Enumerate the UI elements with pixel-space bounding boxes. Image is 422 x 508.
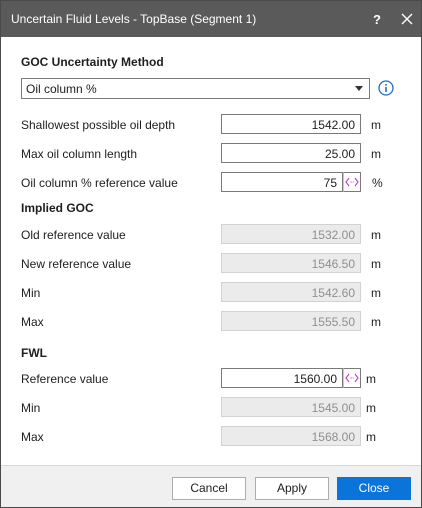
fwl-min-label: Min (21, 401, 41, 415)
goc-method-heading: GOC Uncertainty Method (21, 55, 164, 69)
close-button[interactable]: Close (337, 477, 411, 500)
fwl-max-label: Max (21, 430, 44, 444)
old-reference-label: Old reference value (21, 228, 126, 242)
max-oil-column-unit: m (371, 147, 381, 161)
fwl-max-unit: m (366, 430, 376, 444)
apply-button[interactable]: Apply (255, 477, 329, 500)
goc-max-unit: m (371, 315, 381, 329)
new-reference-label: New reference value (21, 257, 132, 271)
fwl-heading: FWL (21, 346, 47, 360)
goc-method-selected-value: Oil column % (26, 82, 97, 96)
fwl-reference-link-button[interactable] (343, 368, 361, 388)
shallowest-depth-unit: m (371, 118, 381, 132)
fwl-reference-input[interactable]: 1560.00 (221, 368, 343, 388)
link-arrows-icon (345, 373, 359, 383)
title-bar: Uncertain Fluid Levels - TopBase (Segmen… (1, 1, 421, 37)
goc-min-unit: m (371, 286, 381, 300)
implied-goc-heading: Implied GOC (21, 201, 94, 215)
shallowest-depth-input[interactable]: 1542.00 (221, 114, 361, 134)
new-reference-unit: m (371, 257, 381, 271)
goc-max-label: Max (21, 315, 44, 329)
fwl-reference-label: Reference value (21, 372, 109, 386)
goc-max-value: 1555.50 (221, 311, 361, 331)
oil-column-pct-unit: % (372, 176, 383, 190)
max-oil-column-label: Max oil column length (21, 147, 138, 161)
cancel-button[interactable]: Cancel (172, 477, 246, 500)
fwl-max-value: 1568.00 (221, 426, 361, 446)
goc-method-select[interactable]: Oil column % (21, 78, 370, 99)
new-reference-value: 1546.50 (221, 253, 361, 273)
close-window-button[interactable] (395, 7, 419, 31)
dialog-footer: Cancel Apply Close (1, 465, 421, 507)
goc-min-value: 1542.60 (221, 282, 361, 302)
window-title: Uncertain Fluid Levels - TopBase (Segmen… (11, 12, 257, 26)
shallowest-depth-label: Shallowest possible oil depth (21, 118, 176, 132)
fwl-min-value: 1545.00 (221, 397, 361, 417)
oil-column-pct-link-button[interactable] (343, 172, 361, 192)
close-icon (401, 13, 413, 25)
fwl-min-unit: m (366, 401, 376, 415)
chevron-down-icon (355, 86, 363, 91)
old-reference-value: 1532.00 (221, 224, 361, 244)
oil-column-pct-label: Oil column % reference value (21, 176, 178, 190)
goc-min-label: Min (21, 286, 41, 300)
old-reference-unit: m (371, 228, 381, 242)
link-arrows-icon (345, 177, 359, 187)
max-oil-column-input[interactable]: 25.00 (221, 143, 361, 163)
fwl-reference-unit: m (366, 372, 376, 386)
oil-column-pct-input[interactable]: 75 (221, 172, 343, 192)
info-icon[interactable] (378, 80, 394, 96)
help-button[interactable]: ? (365, 7, 389, 31)
dialog-window: Uncertain Fluid Levels - TopBase (Segmen… (0, 0, 422, 508)
